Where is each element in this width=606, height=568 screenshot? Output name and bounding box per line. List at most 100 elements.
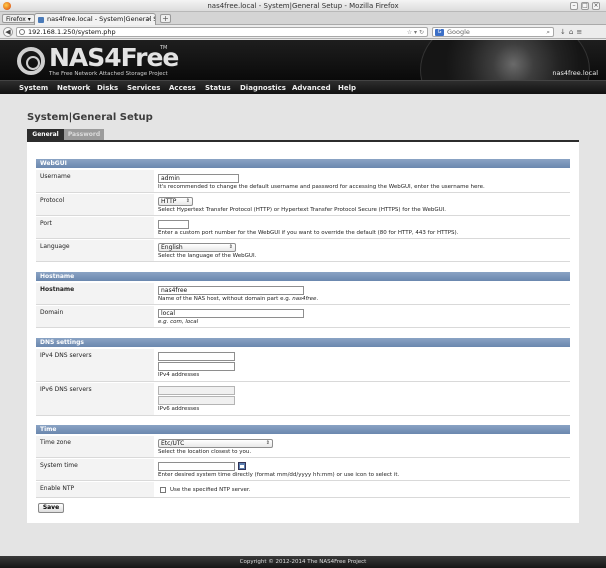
menu-access[interactable]: Access bbox=[169, 81, 196, 95]
language-selected: English bbox=[161, 244, 183, 251]
timezone-select[interactable]: Etc/UTC ⇕ bbox=[158, 439, 273, 448]
url-bar[interactable]: 192.168.1.250/system.php ☆ ▾ ↻ bbox=[16, 27, 428, 37]
menu-icon[interactable]: ≡ bbox=[576, 28, 585, 36]
ipv4-dns-input-2[interactable] bbox=[158, 362, 235, 371]
toolbar-icons: ↓⌂≡ bbox=[560, 27, 585, 37]
save-button[interactable]: Save bbox=[38, 503, 64, 513]
section-dns: DNS settings bbox=[36, 338, 570, 347]
hostname-hint: Name of the NAS host, without domain par… bbox=[158, 296, 319, 302]
ipv4-dns-hint: IPv4 addresses bbox=[158, 372, 200, 378]
section-webgui: WebGUI bbox=[36, 159, 570, 168]
select-arrows-icon: ⇕ bbox=[265, 440, 270, 446]
system-time-input[interactable] bbox=[158, 462, 235, 471]
menu-diagnostics[interactable]: Diagnostics bbox=[240, 81, 286, 95]
enable-ntp-checkbox[interactable] bbox=[160, 487, 166, 493]
back-button[interactable]: ◀ bbox=[3, 27, 13, 37]
protocol-hint: Select Hypertext Transfer Protocol (HTTP… bbox=[158, 207, 447, 213]
download-icon[interactable]: ↓ bbox=[560, 28, 569, 36]
domain-hint-example: com, local bbox=[170, 319, 199, 325]
hostname-row: Name of the NAS host, without domain par… bbox=[154, 283, 570, 305]
timezone-row: Etc/UTC ⇕ Select the location closest to… bbox=[154, 436, 570, 458]
logo-text: NAS4Free bbox=[49, 43, 179, 72]
new-tab-button[interactable]: + bbox=[160, 14, 171, 23]
logo-slogan: The Free Network Attached Storage Projec… bbox=[49, 71, 168, 77]
ipv4-dns-row: IPv4 addresses bbox=[154, 349, 570, 382]
system-time-label: System time bbox=[36, 459, 154, 481]
language-hint: Select the language of the WebGUI. bbox=[158, 253, 257, 259]
menu-advanced[interactable]: Advanced bbox=[292, 81, 331, 95]
system-time-row: Enter desired system time directly (form… bbox=[154, 459, 570, 481]
ipv6-dns-label: IPv6 DNS servers bbox=[36, 383, 154, 416]
main-menu: System Network Disks Services Access Sta… bbox=[0, 80, 606, 94]
menu-services[interactable]: Services bbox=[127, 81, 160, 95]
calendar-icon[interactable] bbox=[238, 462, 246, 470]
minimize-icon[interactable]: – bbox=[570, 2, 578, 10]
search-icon[interactable]: ⌕ bbox=[546, 28, 550, 37]
ipv6-dns-input-2[interactable] bbox=[158, 396, 235, 405]
window-titlebar: nas4free.local - System|General Setup - … bbox=[0, 0, 606, 12]
protocol-select[interactable]: HTTP ⇕ bbox=[158, 197, 193, 206]
ipv6-dns-input-1[interactable] bbox=[158, 386, 235, 395]
username-label: Username bbox=[36, 170, 154, 193]
section-hostname: Hostname bbox=[36, 272, 570, 281]
ipv4-dns-label: IPv4 DNS servers bbox=[36, 349, 154, 382]
enable-ntp-row: Use the specified NTP server. bbox=[154, 482, 570, 498]
ipv4-dns-input-1[interactable] bbox=[158, 352, 235, 361]
protocol-label: Protocol bbox=[36, 194, 154, 216]
menu-help[interactable]: Help bbox=[338, 81, 356, 95]
username-input[interactable] bbox=[158, 174, 239, 183]
section-time: Time bbox=[36, 425, 570, 434]
language-row: English ⇕ Select the language of the Web… bbox=[154, 240, 570, 262]
page-footer: Copyright © 2012-2014 The NAS4Free Proje… bbox=[0, 556, 606, 568]
username-hint: It's recommended to change the default u… bbox=[158, 184, 485, 190]
header-hostname: nas4free.local bbox=[552, 69, 598, 77]
language-select[interactable]: English ⇕ bbox=[158, 243, 236, 252]
firefox-menu-button[interactable]: Firefox ▾ bbox=[2, 14, 35, 23]
search-bar[interactable]: G Google ⌕ bbox=[432, 27, 554, 37]
hostname-hint-example: nas4free bbox=[292, 296, 317, 302]
logo-ring-icon bbox=[17, 47, 45, 75]
tab-close-icon[interactable]: × bbox=[146, 14, 152, 25]
search-placeholder: Google bbox=[447, 28, 470, 36]
language-label: Language bbox=[36, 240, 154, 262]
browser-tab[interactable]: nas4free.local - System|General Se... × bbox=[34, 13, 156, 25]
ipv6-dns-hint: IPv6 addresses bbox=[158, 406, 200, 412]
menu-network[interactable]: Network bbox=[57, 81, 90, 95]
window-title: nas4free.local - System|General Setup - … bbox=[207, 2, 399, 10]
maximize-icon[interactable]: □ bbox=[581, 2, 589, 10]
timezone-hint: Select the location closest to you. bbox=[158, 449, 252, 455]
enable-ntp-checkbox-label: Use the specified NTP server. bbox=[170, 487, 251, 493]
domain-row: e.g. com, local bbox=[154, 306, 570, 328]
menu-system[interactable]: System bbox=[19, 81, 48, 95]
tab-title: nas4free.local - System|General Se... bbox=[47, 15, 156, 23]
protocol-row: HTTP ⇕ Select Hypertext Transfer Protoco… bbox=[154, 194, 570, 216]
firefox-menu-label: Firefox bbox=[6, 16, 26, 23]
favicon-icon bbox=[38, 17, 44, 23]
enable-ntp-label: Enable NTP bbox=[36, 482, 154, 498]
tab-bar: Firefox ▾ nas4free.local - System|Genera… bbox=[0, 12, 606, 25]
navigation-bar: ◀ 192.168.1.250/system.php ☆ ▾ ↻ G Googl… bbox=[0, 25, 606, 39]
bookmark-star-icon[interactable]: ☆ ▾ ↻ bbox=[407, 28, 424, 37]
domain-hint: e.g. com, local bbox=[158, 319, 198, 325]
firefox-logo-icon bbox=[3, 2, 11, 10]
hostname-label: Hostname bbox=[36, 283, 154, 305]
timezone-selected: Etc/UTC bbox=[161, 440, 185, 447]
tab-general[interactable]: General bbox=[27, 129, 64, 140]
menu-disks[interactable]: Disks bbox=[97, 81, 118, 95]
domain-label: Domain bbox=[36, 306, 154, 328]
menu-status[interactable]: Status bbox=[205, 81, 231, 95]
ipv6-dns-row: IPv6 addresses bbox=[154, 383, 570, 416]
domain-input[interactable] bbox=[158, 309, 304, 318]
page-title: System|General Setup bbox=[27, 112, 153, 123]
port-hint: Enter a custom port number for the WebGU… bbox=[158, 230, 459, 236]
port-input[interactable] bbox=[158, 220, 189, 229]
system-time-hint: Enter desired system time directly (form… bbox=[158, 472, 400, 478]
globe-icon bbox=[19, 29, 25, 35]
close-window-icon[interactable]: × bbox=[592, 2, 600, 10]
hostname-input[interactable] bbox=[158, 286, 304, 295]
search-engine-icon[interactable]: G bbox=[435, 29, 444, 36]
hostname-hint-text: Name of the NAS host, without domain par… bbox=[158, 296, 291, 302]
select-arrows-icon: ⇕ bbox=[185, 198, 190, 204]
port-label: Port bbox=[36, 217, 154, 239]
tab-password[interactable]: Password bbox=[64, 129, 104, 140]
